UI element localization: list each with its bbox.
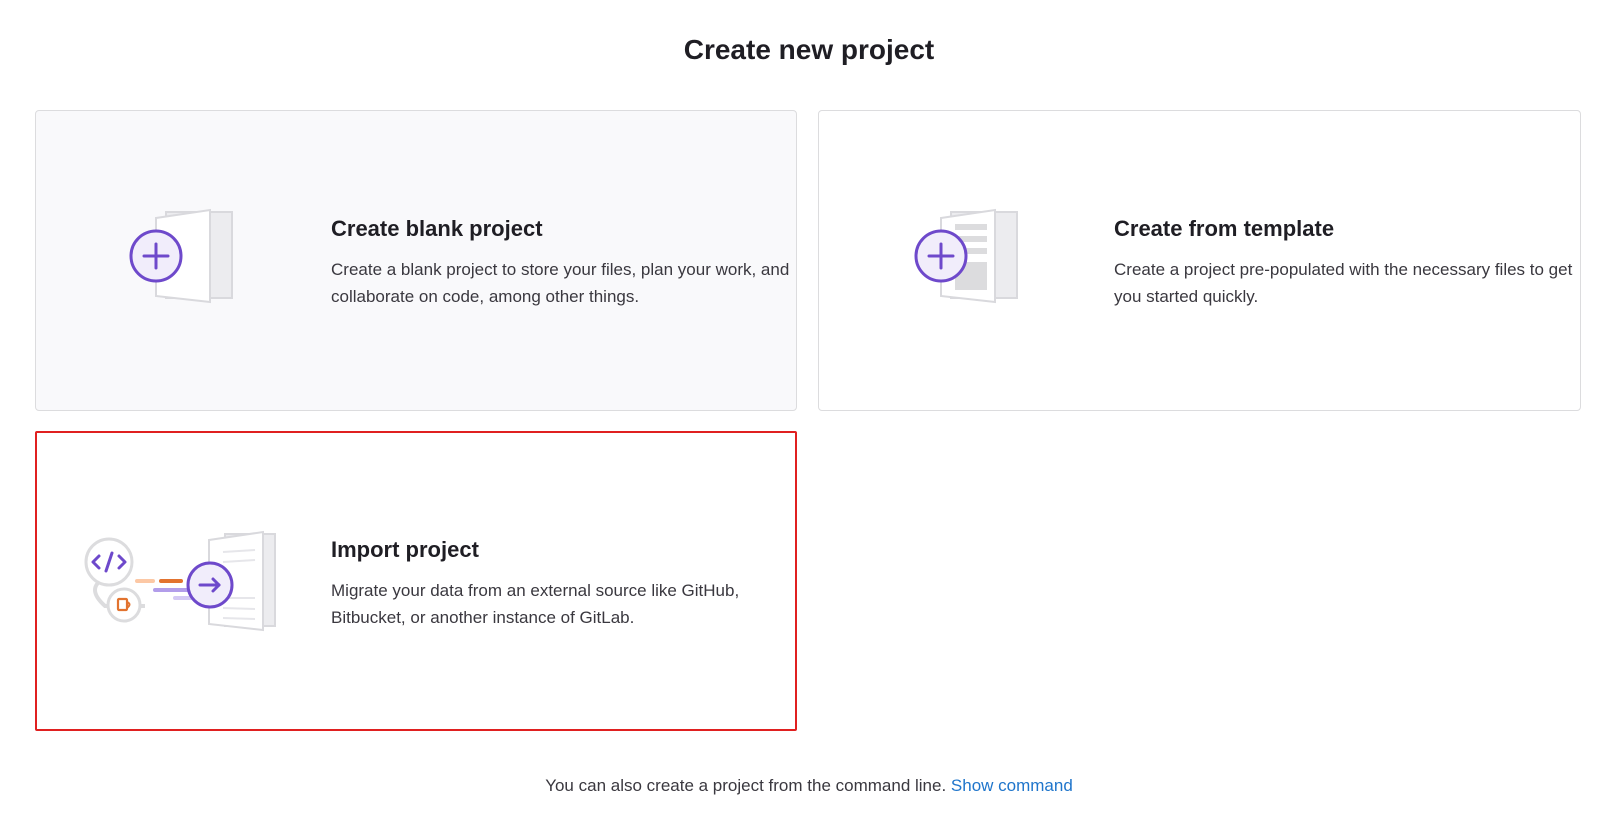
template-project-illustration [911, 206, 1021, 311]
create-from-template-card[interactable]: Create from template Create a project pr… [818, 110, 1581, 411]
page-title: Create new project [683, 34, 935, 65]
import-project-card[interactable]: Import project Migrate your data from an… [35, 431, 797, 731]
card-description: Create a project pre-populated with the … [1114, 260, 1573, 306]
blank-project-illustration [126, 206, 236, 311]
show-command-link[interactable]: Show command [951, 776, 1073, 795]
command-line-hint: You can also create a project from the c… [0, 774, 1618, 798]
card-description: Migrate your data from an external sourc… [331, 581, 740, 627]
card-description: Create a blank project to store your fil… [331, 260, 790, 306]
command-line-hint-text: You can also create a project from the c… [545, 776, 951, 795]
card-title: Create blank project [331, 216, 543, 241]
card-title: Create from template [1114, 216, 1335, 241]
create-blank-project-card[interactable]: Create blank project Create a blank proj… [35, 110, 797, 411]
card-title: Import project [331, 537, 479, 562]
new-project-page: Create new project Create blank project … [0, 0, 1618, 817]
import-project-illustration [75, 528, 285, 643]
